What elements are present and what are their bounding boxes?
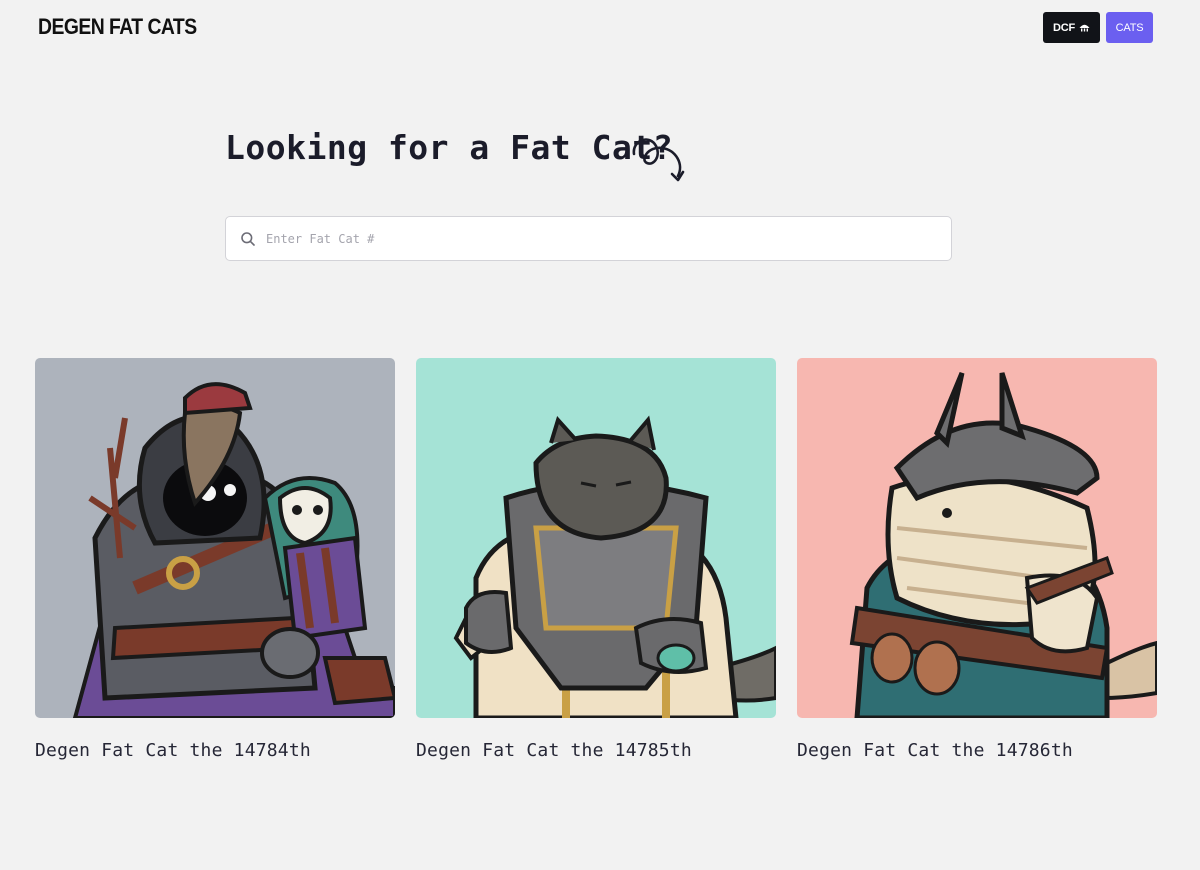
page-title: Looking for a Fat Cat? [225, 128, 674, 167]
dcf-button[interactable]: DCF [1043, 12, 1100, 43]
cat-image-armored[interactable] [416, 358, 776, 718]
squiggle-arrow-icon [632, 138, 685, 182]
search-input[interactable] [266, 231, 906, 246]
dcf-button-label: DCF [1052, 21, 1075, 34]
umbrella-icon [1079, 24, 1090, 32]
cat-name[interactable]: Degen Fat Cat the 14785th [416, 740, 776, 761]
cat-grid: Degen Fat Cat the 14784th Degen Fat Cat … [35, 358, 1157, 761]
cats-button-label: CATS [1115, 21, 1144, 34]
search-icon [241, 231, 255, 246]
cat-name[interactable]: Degen Fat Cat the 14784th [35, 740, 395, 761]
cat-card[interactable]: Degen Fat Cat the 14785th [416, 358, 776, 761]
top-nav: DCF CATS [1043, 12, 1153, 43]
cat-image-plague-doctor[interactable] [35, 358, 395, 718]
cats-button[interactable]: CATS [1106, 12, 1153, 43]
cat-image-horned-helmet[interactable] [797, 358, 1157, 718]
cat-card[interactable]: Degen Fat Cat the 14784th [35, 358, 395, 761]
cat-card[interactable]: Degen Fat Cat the 14786th [797, 358, 1157, 761]
search-bar [225, 216, 952, 261]
cat-name[interactable]: Degen Fat Cat the 14786th [797, 740, 1157, 761]
site-logo[interactable]: DEGEN FAT CATS [38, 14, 197, 40]
